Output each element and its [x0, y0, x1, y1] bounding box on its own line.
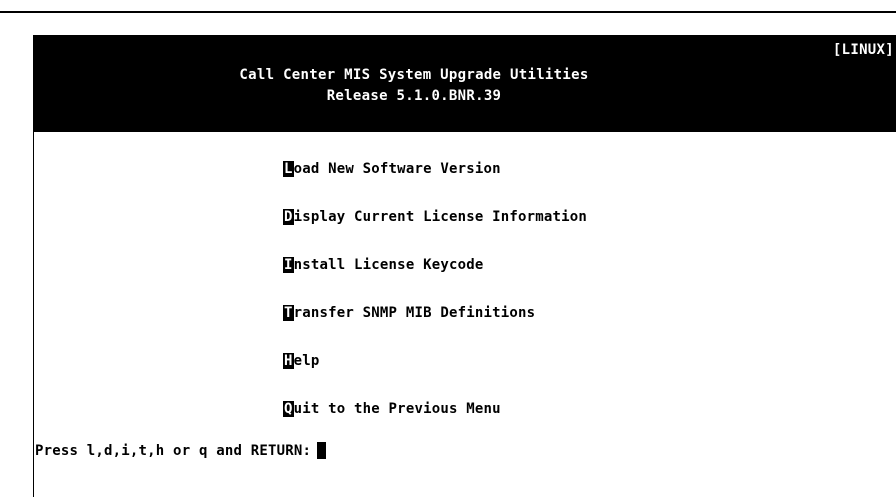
text-cursor[interactable] [317, 442, 327, 459]
menu-item-quit[interactable]: Quit to the Previous Menu [283, 401, 587, 417]
menu-item-label: oad New Software Version [293, 161, 501, 177]
hotkey-highlight: Q [283, 401, 294, 417]
hotkey-highlight: L [283, 161, 294, 177]
menu-item-help[interactable]: Help [283, 353, 587, 369]
header-banner: [LINUX] Call Center MIS System Upgrade U… [34, 36, 896, 132]
release-version: Release 5.1.0.BNR.39 [326, 88, 502, 104]
menu-item-label: ransfer SNMP MIB Definitions [293, 305, 536, 321]
menu-item-load-software[interactable]: Load New Software Version [283, 161, 587, 177]
os-tag: [LINUX] [832, 42, 894, 58]
hotkey-highlight: H [283, 353, 294, 369]
top-divider [0, 11, 896, 13]
hotkey-highlight: I [283, 257, 294, 273]
menu-item-label: nstall License Keycode [293, 257, 484, 273]
terminal-window: [LINUX] Call Center MIS System Upgrade U… [33, 35, 896, 497]
menu-item-display-license[interactable]: Display Current License Information [283, 209, 587, 225]
hotkey-highlight: D [283, 209, 294, 225]
menu-item-label: elp [293, 353, 320, 369]
menu-item-label: uit to the Previous Menu [293, 401, 501, 417]
main-menu: Load New Software Version Display Curren… [283, 161, 587, 449]
command-prompt[interactable]: Press l,d,i,t,h or q and RETURN: [35, 442, 327, 459]
menu-item-install-keycode[interactable]: Install License Keycode [283, 257, 587, 273]
prompt-text: Press l,d,i,t,h or q and RETURN: [35, 443, 312, 459]
menu-item-transfer-snmp[interactable]: Transfer SNMP MIB Definitions [283, 305, 587, 321]
menu-item-label: isplay Current License Information [293, 209, 588, 225]
app-title: Call Center MIS System Upgrade Utilities [239, 67, 589, 83]
hotkey-highlight: T [283, 305, 294, 321]
